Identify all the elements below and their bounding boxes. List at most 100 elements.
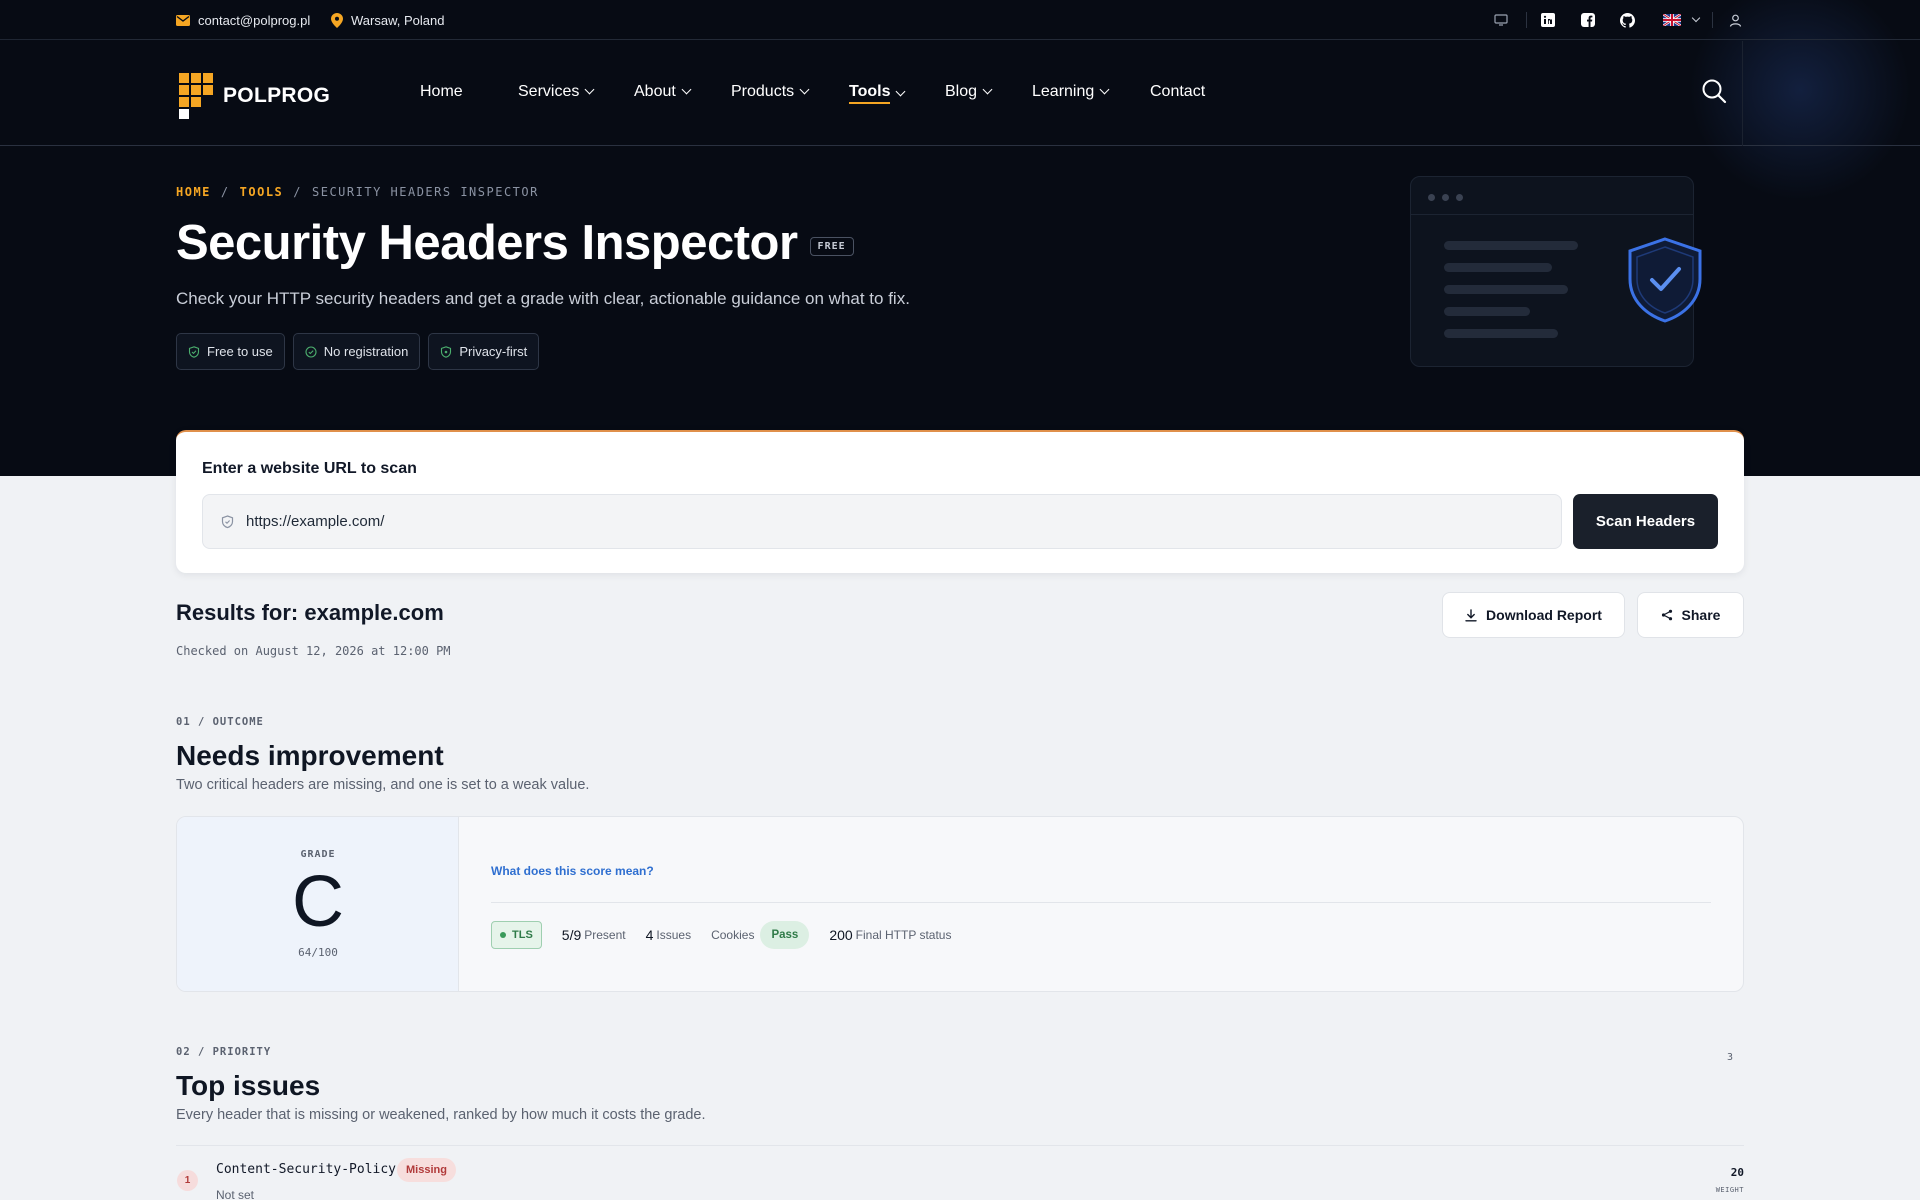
chevron-down-icon [1099,84,1110,95]
breadcrumb-separator: / [220,185,230,199]
chip-free: Free to use [176,333,285,370]
issue-rank: 1 [177,1170,198,1191]
stat-present-value: 5/9 [561,927,582,943]
score-meaning-link[interactable]: What does this score mean? [491,864,654,878]
section-label-outcome: 01 / OUTCOME [176,716,264,728]
window-dot [1428,194,1435,201]
location-pin-icon [331,12,343,28]
grade-panel: GRADE C 64/100 [177,817,459,991]
stat-cookies: Cookies Pass [711,921,810,949]
priority-description: Every header that is missing or weakened… [176,1107,706,1123]
nav-products-label: Products [731,83,795,100]
nav-blog-label: Blog [945,83,978,100]
chevron-down-icon [896,86,906,96]
grade-card: GRADE C 64/100 What does this score mean… [176,816,1744,992]
issue-header-name[interactable]: Content-Security-Policy [216,1162,396,1177]
divider [1526,12,1527,28]
nav-contact[interactable]: Contact [1150,83,1205,101]
contact-email[interactable]: contact@polprog.pl [176,0,310,40]
chevron-down-icon [584,84,595,95]
chevron-down-icon [799,84,810,95]
grade-label: GRADE [300,849,336,860]
window-dot [1456,194,1463,201]
lock-shield-icon [441,345,452,358]
nav-learning-label: Learning [1032,83,1095,100]
nav-home[interactable]: Home [420,83,463,101]
nav-products[interactable]: Products [731,83,810,101]
download-report-label: Download Report [1486,607,1602,623]
github-icon[interactable] [1619,12,1635,28]
chip-label: Free to use [207,344,273,359]
scan-headers-button[interactable]: Scan Headers [1573,494,1718,549]
logo-text: POLPROG [223,84,331,107]
stat-issues: 4 Issues [646,927,691,943]
placeholder-line [1444,285,1568,294]
download-report-button[interactable]: Download Report [1442,592,1625,638]
stat-http-value: 200 [829,927,853,943]
results-date: Checked on August 12, 2026 at 12:00 PM [176,644,451,658]
facebook-icon[interactable] [1580,12,1596,28]
language-selector[interactable] [1663,0,1701,40]
main-nav: POLPROG Home Services About Products Too… [0,41,1920,146]
chip-no-registration: No registration [292,333,421,370]
chip-privacy: Privacy-first [428,333,540,370]
check-circle-icon [305,345,317,358]
nav-blog[interactable]: Blog [945,83,993,101]
stat-issues-label: Issues [656,928,692,942]
search-icon[interactable] [1701,78,1729,106]
url-input[interactable]: https://example.com/ [202,494,1562,549]
nav-contact-label: Contact [1150,83,1206,100]
stat-cookies-label: Cookies [711,928,755,942]
nav-tools[interactable]: Tools [849,83,906,104]
cookies-status-badge: Pass [760,921,810,949]
stat-issues-value: 4 [645,927,654,943]
grade-letter: C [292,862,344,942]
user-icon[interactable] [1727,12,1743,28]
shield-check-icon [188,345,200,358]
nav-learning[interactable]: Learning [1032,83,1110,101]
section-label-priority: 02 / PRIORITY [176,1046,272,1058]
placeholder-line [1444,307,1530,316]
nav-about[interactable]: About [634,83,692,101]
contact-email-text: contact@polprog.pl [198,12,311,28]
shield-check-icon [1628,237,1702,323]
status-badge: Missing [397,1158,456,1182]
grade-stats: TLS 5/9 Present 4 Issues Cookies Pass 200 Fi… [491,921,951,949]
priority-title: Top issues [176,1070,321,1101]
logo-mark-icon [179,73,215,119]
linkedin-icon[interactable] [1540,12,1556,28]
outcome-title: Needs improvement [176,740,444,771]
nav-home-label: Home [420,83,463,100]
mail-icon [176,14,190,26]
grade-score: 64/100 [298,946,338,959]
stat-present-label: Present [584,928,626,942]
breadcrumb-current: SECURITY HEADERS INSPECTOR [312,185,539,199]
scan-label: Enter a website URL to scan [202,460,417,477]
logo[interactable]: POLPROG [179,73,330,119]
chevron-down-icon [1691,13,1701,22]
shield-icon [221,514,234,528]
top-bar: contact@polprog.pl Warsaw, Poland [0,0,1920,40]
placeholder-line [1444,241,1578,250]
window-titlebar [1411,177,1693,215]
breadcrumb-tools[interactable]: TOOLS [240,185,284,199]
issue-detail: Not set [216,1188,255,1200]
chip-label: No registration [323,344,409,359]
monitor-icon[interactable] [1493,12,1509,28]
breadcrumb-separator: / [293,185,302,199]
free-badge: FREE [809,236,854,256]
divider [1742,41,1743,146]
window-dot [1442,194,1449,201]
nav-about-label: About [634,83,676,100]
hero-illustration [1410,176,1702,367]
nav-services-label: Services [518,83,580,100]
download-icon [1465,608,1477,621]
share-button[interactable]: Share [1637,592,1744,638]
location-text: Warsaw, Poland [351,12,445,28]
nav-services[interactable]: Services [518,83,595,101]
scan-card: Enter a website URL to scan https://exam… [176,430,1744,573]
breadcrumb-home[interactable]: HOME [176,185,211,199]
chevron-down-icon [982,84,993,95]
chip-label: Privacy-first [459,344,528,359]
nav-tools-label: Tools [849,83,891,104]
